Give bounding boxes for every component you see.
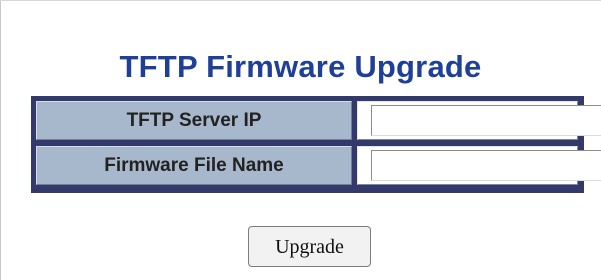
tftp-server-ip-label: TFTP Server IP [36,101,352,140]
firmware-file-name-label: Firmware File Name [36,146,352,185]
upgrade-button[interactable]: Upgrade [248,226,371,267]
tftp-server-ip-input[interactable] [371,105,601,136]
tftp-server-ip-cell [357,101,601,140]
tftp-upgrade-table: TFTP Server IP Firmware File Name [31,96,601,193]
firmware-file-name-cell [357,146,601,185]
page-top-border [0,0,601,1]
firmware-file-name-input[interactable] [371,150,601,181]
page-left-border [0,0,1,280]
page-title: TFTP Firmware Upgrade [119,48,482,84]
